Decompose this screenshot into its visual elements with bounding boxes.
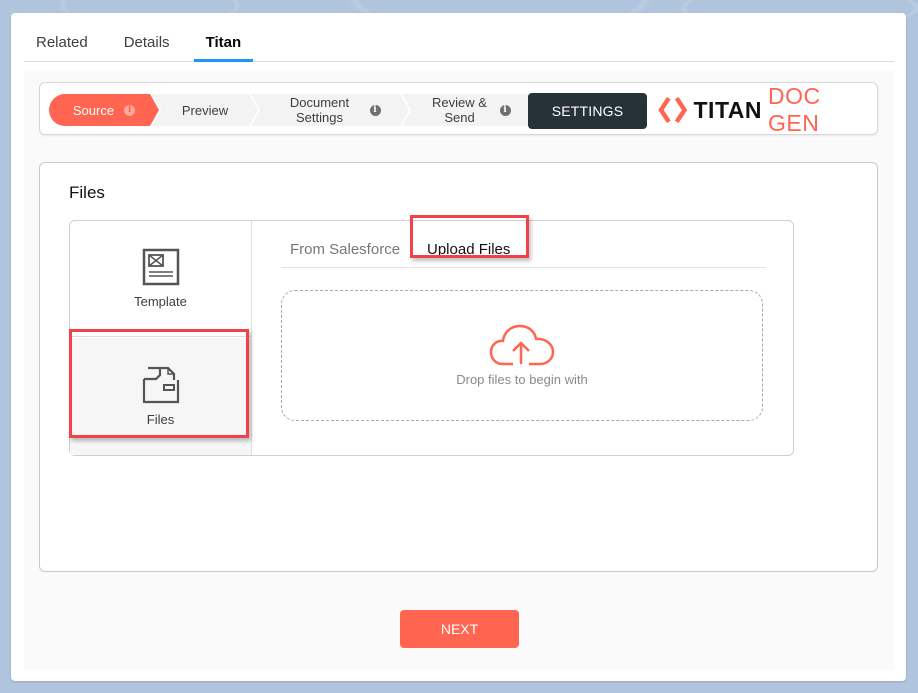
step-document-settings[interactable]: Document Settings i bbox=[251, 94, 409, 126]
panel-title: Files bbox=[69, 183, 105, 202]
titan-content: Source i Preview Document Settings i Rev… bbox=[24, 70, 894, 670]
step-path: Source i Preview Document Settings i Rev… bbox=[49, 94, 531, 126]
info-icon[interactable]: i bbox=[500, 105, 511, 116]
record-tabs: Related Details Titan bbox=[24, 13, 894, 62]
info-icon[interactable]: i bbox=[124, 105, 135, 116]
logo-text-titan: TITAN bbox=[693, 96, 763, 123]
subtab-upload-files[interactable]: Upload Files bbox=[427, 241, 510, 258]
source-picker: Template Files From Salesforce Upload Fi… bbox=[69, 220, 794, 456]
step-label: Review & Send bbox=[432, 95, 487, 125]
files-folder-icon bbox=[142, 366, 179, 404]
step-label: Preview bbox=[181, 102, 229, 118]
cloud-upload-icon bbox=[489, 324, 555, 366]
sidebar-item-files[interactable]: Files bbox=[70, 338, 251, 455]
tab-titan[interactable]: Titan bbox=[193, 34, 254, 62]
info-icon[interactable]: i bbox=[370, 105, 381, 116]
files-panel: Files Template Files From Salesforce Upl… bbox=[39, 162, 878, 572]
next-button[interactable]: NEXT bbox=[400, 610, 519, 648]
sidebar-item-label: Files bbox=[146, 412, 175, 427]
tab-details[interactable]: Details bbox=[112, 34, 182, 61]
subtab-from-salesforce[interactable]: From Salesforce bbox=[290, 241, 400, 258]
tab-related[interactable]: Related bbox=[24, 34, 100, 61]
file-dropzone[interactable]: Drop files to begin with bbox=[281, 290, 763, 421]
step-preview[interactable]: Preview bbox=[152, 94, 258, 126]
step-label: Document Settings bbox=[289, 95, 350, 125]
logo-text-doc-gen: DOC GEN bbox=[768, 83, 821, 136]
settings-button[interactable]: SETTINGS bbox=[528, 93, 647, 129]
sidebar-item-template[interactable]: Template bbox=[70, 221, 251, 337]
step-source[interactable]: Source i bbox=[49, 94, 159, 126]
record-card: Related Details Titan Source i Preview D… bbox=[11, 13, 906, 681]
dropzone-text: Drop files to begin with bbox=[456, 372, 588, 387]
source-sidebar: Template Files bbox=[70, 221, 252, 455]
titan-logo-icon bbox=[658, 97, 688, 123]
template-icon bbox=[142, 248, 179, 286]
sidebar-item-label: Template bbox=[134, 294, 187, 309]
step-review-send[interactable]: Review & Send i bbox=[402, 94, 538, 126]
stepper-bar: Source i Preview Document Settings i Rev… bbox=[39, 82, 878, 136]
step-label: Source bbox=[72, 102, 115, 118]
files-subtabs: From Salesforce Upload Files bbox=[281, 232, 766, 268]
titan-doc-gen-logo: TITAN DOC GEN bbox=[658, 83, 877, 136]
